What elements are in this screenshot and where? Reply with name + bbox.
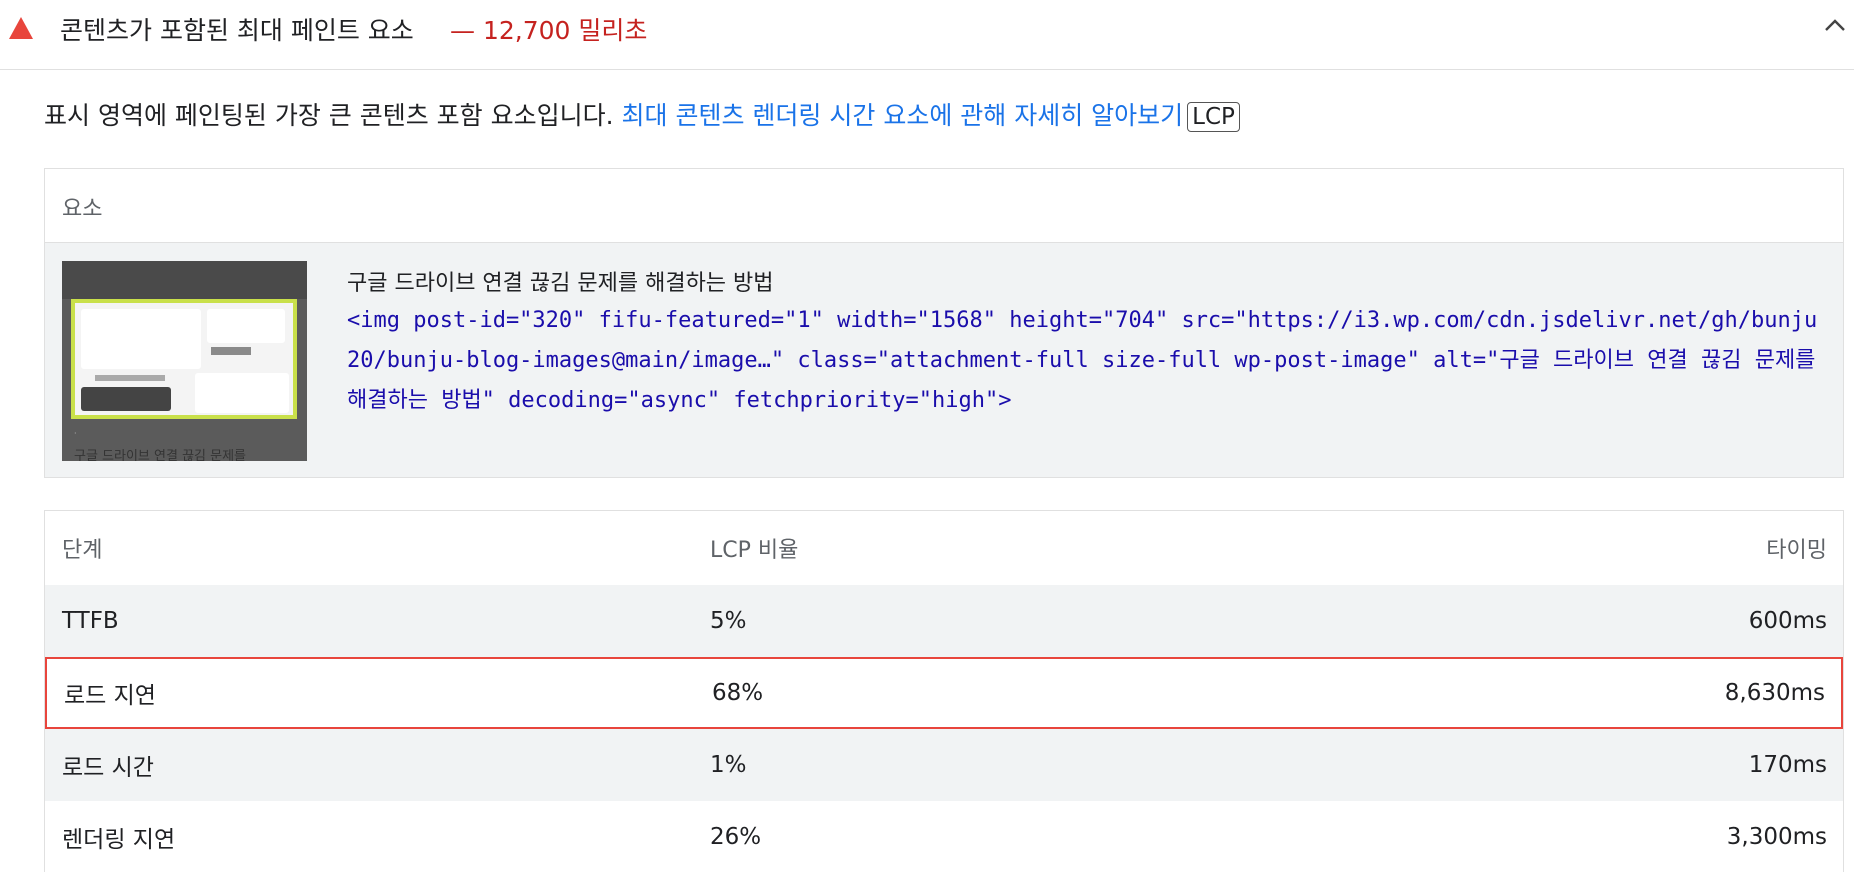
phase-timing: 170ms: [1748, 752, 1827, 778]
timing-column-header: 타이밍: [1766, 538, 1827, 563]
lcp-badge: LCP: [1187, 102, 1240, 132]
phase-table-header: 단계 LCP 비율 타이밍: [45, 511, 1843, 585]
lcp-phase-table: 단계 LCP 비율 타이밍 TTFB 5% 600ms 로드 지연 68% 8,…: [44, 510, 1844, 873]
chevron-up-icon[interactable]: [1824, 18, 1846, 32]
phase-timing: 600ms: [1748, 608, 1827, 634]
thumbnail-caption: 구글 드라이브 연결 끊김 문제를: [74, 449, 247, 461]
node-snippet: <img post-id="320" fifu-featured="1" wid…: [347, 308, 1818, 413]
table-row: 렌더링 지연 26% 3,300ms: [45, 801, 1843, 873]
node-label: 구글 드라이브 연결 끊김 문제를 해결하는 방법: [347, 271, 774, 296]
phase-name: 로드 시간: [62, 755, 154, 781]
warning-triangle-icon: [9, 17, 33, 39]
element-table: 요소 · 구글 드라이브 연결 끊김 문제를 구글 드라이브 연결 끊김 문제를…: [44, 168, 1844, 478]
element-thumbnail[interactable]: · 구글 드라이브 연결 끊김 문제를: [62, 261, 307, 461]
audit-header[interactable]: 콘텐츠가 포함된 최대 페인트 요소 — 12,700 밀리초: [0, 0, 1854, 70]
phase-name: 렌더링 지연: [62, 827, 176, 853]
element-column-header: 요소: [62, 197, 103, 222]
phase-pct: 1%: [710, 752, 747, 778]
phase-timing: 3,300ms: [1726, 824, 1827, 850]
audit-description: 표시 영역에 페인팅된 가장 큰 콘텐츠 포함 요소입니다. 최대 콘텐츠 렌더…: [44, 96, 1240, 132]
phase-pct: 68%: [712, 680, 764, 706]
audit-value: — 12,700 밀리초: [450, 16, 648, 45]
element-table-header: 요소: [45, 169, 1843, 243]
learn-more-link[interactable]: 최대 콘텐츠 렌더링 시간 요소에 관해 자세히 알아보기: [622, 101, 1184, 130]
phase-name: 로드 지연: [64, 683, 156, 709]
table-row-highlighted: 로드 지연 68% 8,630ms: [45, 657, 1843, 729]
phase-name: TTFB: [62, 608, 119, 634]
audit-title: 콘텐츠가 포함된 최대 페인트 요소: [60, 16, 414, 45]
table-row: TTFB 5% 600ms: [45, 585, 1843, 657]
table-row: 로드 시간 1% 170ms: [45, 729, 1843, 801]
phase-pct: 5%: [710, 608, 747, 634]
description-text: 표시 영역에 페인팅된 가장 큰 콘텐츠 포함 요소입니다.: [44, 101, 614, 130]
phase-column-header: 단계: [62, 538, 103, 563]
phase-timing: 8,630ms: [1724, 680, 1825, 706]
pct-column-header: LCP 비율: [710, 538, 799, 563]
thumbnail-category: ·: [74, 429, 77, 438]
element-row[interactable]: · 구글 드라이브 연결 끊김 문제를 구글 드라이브 연결 끊김 문제를 해결…: [45, 243, 1843, 477]
phase-pct: 26%: [710, 824, 762, 850]
